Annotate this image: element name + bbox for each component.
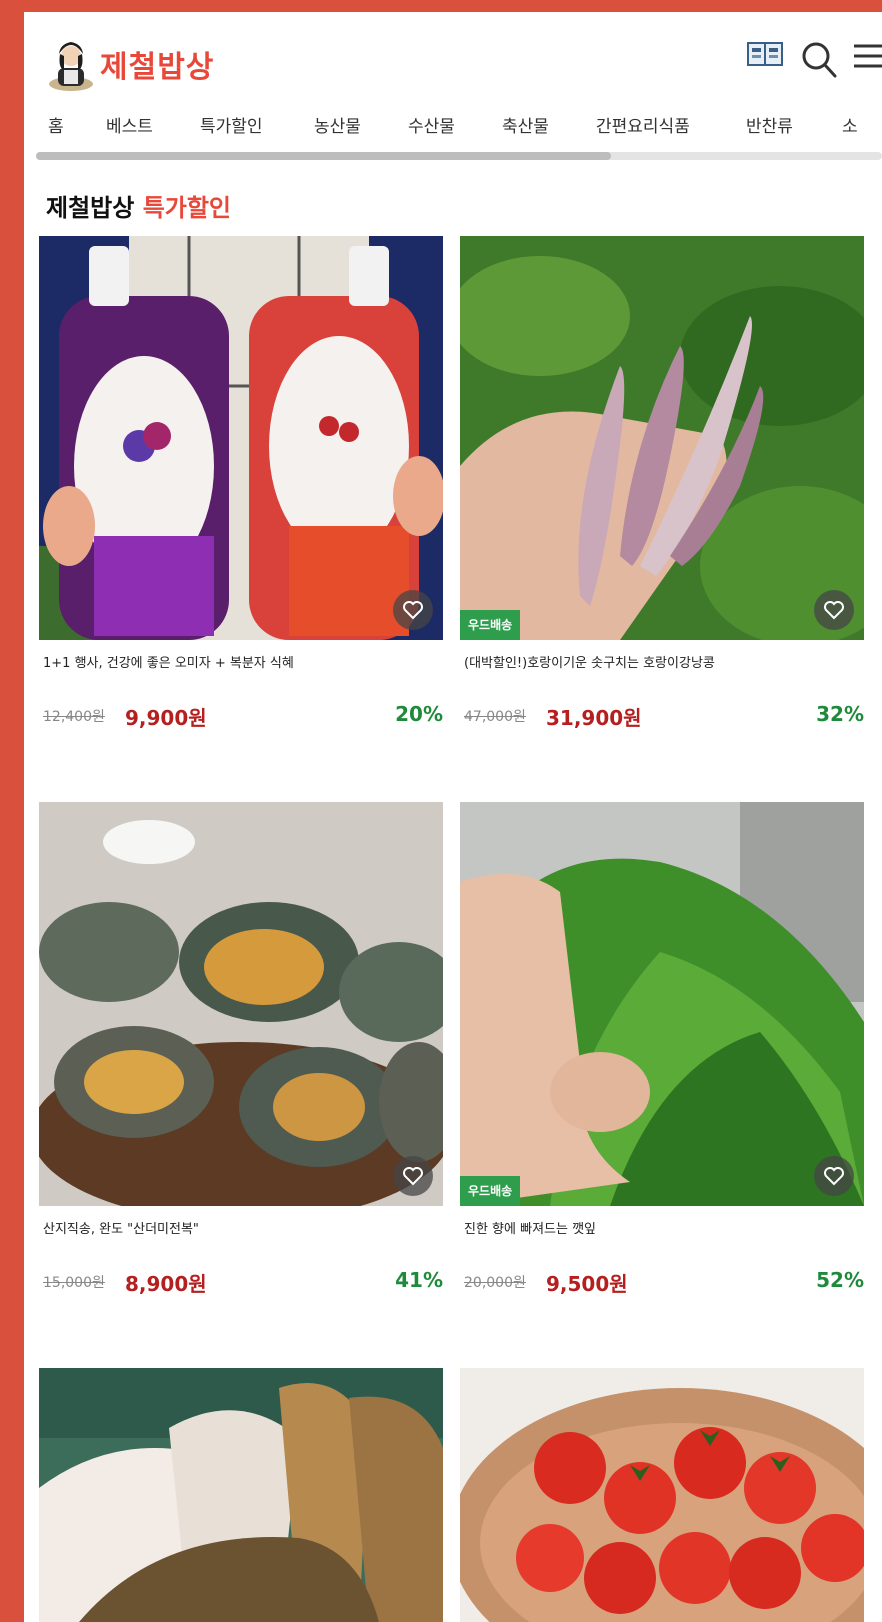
nav-scrollbar[interactable]	[36, 152, 882, 160]
cherry-tomatoes-image	[460, 1368, 864, 1622]
kidney-beans-image	[460, 236, 864, 640]
menu-icon[interactable]	[852, 40, 882, 72]
abalone-image	[39, 802, 443, 1206]
product-name[interactable]: 진한 향에 빠져드는 깻잎	[464, 1218, 864, 1237]
product-image[interactable]: 우드배송	[460, 236, 864, 640]
tab-livestock[interactable]: 축산물	[502, 112, 549, 137]
site-header: 제철밥상	[24, 12, 882, 92]
section-title-prefix: 제철밥상	[46, 194, 135, 222]
category-nav: 홈 베스트 특가할인 농산물 수산물 축산물 간편요리식품 반찬류 소	[24, 100, 882, 146]
product-card[interactable]: 산지직송, 완도 "산더미전복" 15,000원 8,900원 41%	[39, 802, 443, 1322]
discount-rate: 20%	[395, 702, 443, 726]
product-image[interactable]: 우드배송	[460, 802, 864, 1206]
dried-fish-image	[39, 1368, 443, 1622]
delivery-badge: 우드배송	[460, 610, 521, 640]
tab-more[interactable]: 소	[842, 112, 858, 137]
product-card[interactable]	[460, 1368, 864, 1622]
wishlist-button[interactable]	[393, 590, 433, 630]
tab-agricultural[interactable]: 농산물	[314, 112, 361, 137]
tab-side-dishes[interactable]: 반찬류	[746, 112, 793, 137]
wishlist-button[interactable]	[814, 590, 854, 630]
discount-rate: 52%	[816, 1268, 864, 1292]
discount-rate: 32%	[816, 702, 864, 726]
sale-price: 8,900원	[125, 1272, 207, 1296]
product-image[interactable]	[39, 802, 443, 1206]
original-price: 15,000원	[43, 1275, 105, 1291]
delivery-badge: 우드배송	[460, 1176, 521, 1206]
heart-icon	[824, 601, 844, 620]
perilla-leaves-image	[460, 802, 864, 1206]
original-price: 47,000원	[464, 709, 526, 725]
heart-icon	[403, 1167, 423, 1186]
product-card[interactable]	[39, 1368, 443, 1622]
product-card[interactable]: 1+1 행사, 건강에 좋은 오미자 + 복분자 식혜 12,400원 9,90…	[39, 236, 443, 756]
brand-name[interactable]: 제철밥상	[100, 42, 214, 86]
discount-rate: 41%	[395, 1268, 443, 1292]
product-name[interactable]: (대박할인!)호랑이기운 솟구치는 호랑이강낭콩	[464, 652, 864, 671]
nav-scrollbar-thumb[interactable]	[36, 152, 612, 160]
section-title: 제철밥상 특가할인	[46, 188, 231, 223]
tab-home[interactable]: 홈	[48, 112, 64, 137]
section-title-accent: 특가할인	[142, 194, 232, 222]
tab-convenience-food[interactable]: 간편요리식품	[596, 112, 690, 137]
tab-special-sale[interactable]: 특가할인	[200, 112, 263, 137]
heart-icon	[403, 601, 423, 620]
heart-icon	[824, 1167, 844, 1186]
original-price: 20,000원	[464, 1275, 526, 1291]
product-image[interactable]	[39, 236, 443, 640]
product-name[interactable]: 1+1 행사, 건강에 좋은 오미자 + 복분자 식혜	[43, 652, 443, 671]
product-image[interactable]	[39, 1368, 443, 1622]
sale-price: 9,500원	[546, 1272, 628, 1296]
book-icon[interactable]	[746, 40, 784, 68]
product-image[interactable]	[460, 1368, 864, 1622]
chef-logo-icon[interactable]	[46, 34, 96, 92]
juice-bottles-image	[39, 236, 443, 640]
search-icon[interactable]	[800, 40, 838, 80]
original-price: 12,400원	[43, 709, 105, 725]
product-name[interactable]: 산지직송, 완도 "산더미전복"	[43, 1218, 443, 1237]
wishlist-button[interactable]	[814, 1156, 854, 1196]
sale-price: 9,900원	[125, 706, 207, 730]
tab-best[interactable]: 베스트	[106, 112, 153, 137]
app-frame: 제철밥상 홈 베스트 특가할인 농산물 수산물 축산물 간편요리식품 반찬류 소	[24, 12, 882, 1622]
wishlist-button[interactable]	[393, 1156, 433, 1196]
tab-seafood[interactable]: 수산물	[408, 112, 455, 137]
sale-price: 31,900원	[546, 706, 642, 730]
product-card[interactable]: 우드배송 진한 향에 빠져드는 깻잎 20,000원 9,500원 52%	[460, 802, 864, 1322]
product-card[interactable]: 우드배송 (대박할인!)호랑이기운 솟구치는 호랑이강낭콩 47,000원 31…	[460, 236, 864, 756]
